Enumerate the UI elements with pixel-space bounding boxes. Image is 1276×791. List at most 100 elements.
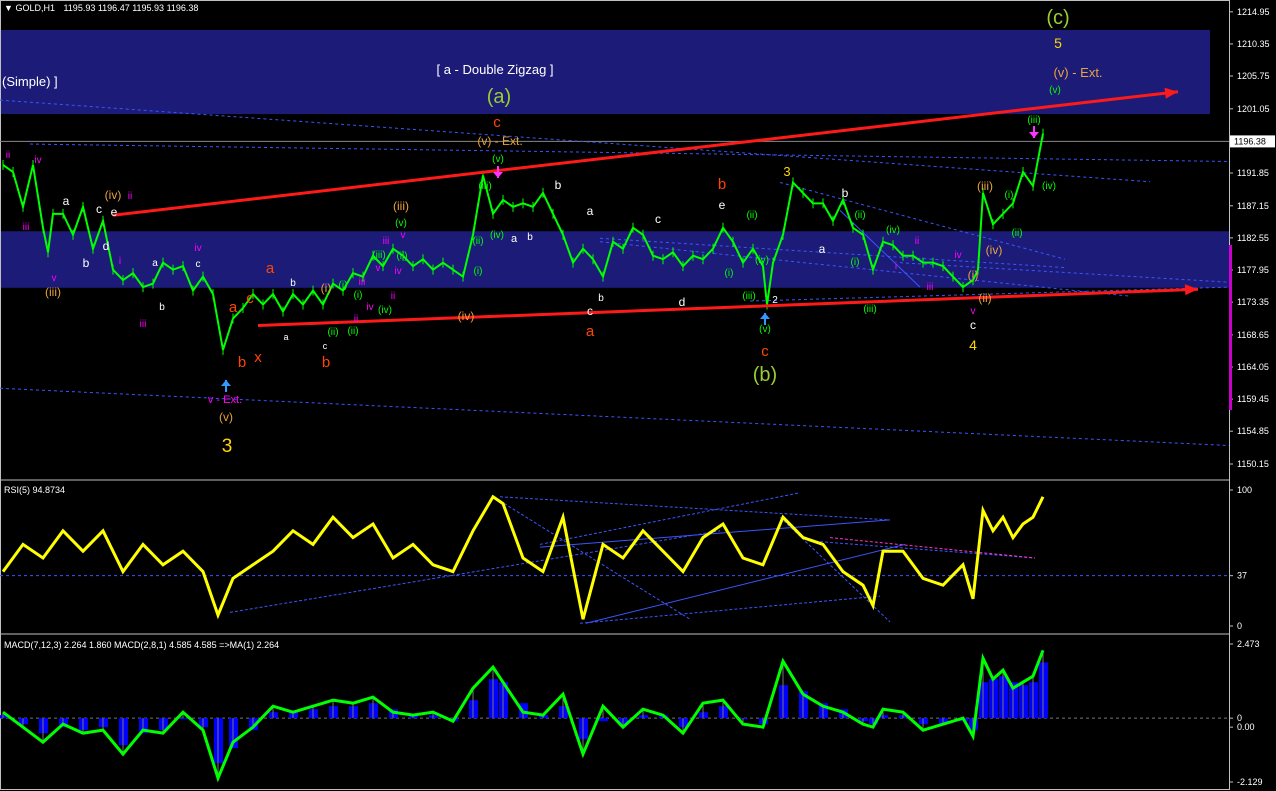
wave-label: (iii) <box>372 250 385 261</box>
wave-label: b <box>238 354 246 371</box>
rsi-panel-title: RSI(5) 94.8734 <box>4 485 66 495</box>
wave-label: b <box>598 293 604 304</box>
wave-label: iv <box>394 266 401 277</box>
wave-label: c <box>761 343 769 360</box>
wave-label: v <box>401 230 406 241</box>
wave-label: iv <box>366 302 373 313</box>
wave-label: d <box>679 295 686 309</box>
collapse-arrow-icon[interactable]: ▼ <box>4 3 13 13</box>
price-tick-label: 1177.95 <box>1237 265 1269 275</box>
wave-label: b <box>555 178 562 192</box>
macd-tick-label: 2.473 <box>1237 639 1260 649</box>
wave-label: ii <box>354 314 358 325</box>
wave-label: ii <box>915 236 919 247</box>
current-price-label: 1196.38 <box>1234 136 1266 146</box>
wave-label: 3 <box>783 164 790 179</box>
wave-label: (iii) <box>863 304 876 315</box>
macd-tick-label: 0.00 <box>1237 722 1255 732</box>
wave-label: iv <box>954 250 961 261</box>
rsi-tick-label: 37 <box>1237 571 1247 581</box>
wave-label: iii <box>140 319 147 330</box>
wave-label: (v) <box>492 154 504 165</box>
rsi-tick-label: 0 <box>1237 621 1242 631</box>
wave-label: (ii) <box>746 210 757 221</box>
price-tick-label: 1201.05 <box>1237 104 1270 114</box>
resistance-band <box>0 30 1210 115</box>
wave-label: (v) <box>1049 85 1061 96</box>
wave-label: iii <box>927 282 934 293</box>
price-tick-label: 1205.75 <box>1237 71 1270 81</box>
wave-label: (i) <box>1005 190 1014 201</box>
wave-label: (v) <box>759 324 771 335</box>
wave-label: 2 <box>772 295 778 306</box>
wave-label: i <box>119 256 121 267</box>
wave-label: (iv) <box>490 230 504 241</box>
wave-label: b <box>322 354 330 371</box>
wave-label: c <box>96 202 102 216</box>
wave-label: (iv) <box>105 188 122 202</box>
wave-label: v <box>376 263 381 274</box>
wave-label: (a) <box>487 86 511 108</box>
wave-label: a <box>63 194 70 208</box>
wave-label: v <box>971 306 976 317</box>
wave-label: a <box>587 204 594 218</box>
wave-label: (ii) <box>327 327 338 338</box>
wave-label: (iv) <box>755 255 769 266</box>
price-tick-label: 1168.65 <box>1237 330 1269 340</box>
wave-label: (iv) <box>378 305 392 316</box>
wave-label: (b) <box>753 364 777 386</box>
wave-label: a <box>511 233 518 245</box>
background <box>0 0 1276 791</box>
wave-label: 5 <box>1054 35 1062 51</box>
wave-label: (i) <box>851 257 860 268</box>
wave-label: i <box>895 261 897 272</box>
wave-label: (i) <box>354 290 363 301</box>
wave-label: (iv) <box>1042 181 1056 192</box>
wave-label: ii <box>6 150 10 161</box>
wave-label: a <box>266 260 275 277</box>
wave-label: b <box>718 176 726 193</box>
wave-label: (iv) <box>886 225 900 236</box>
wave-label: (i) <box>968 268 979 282</box>
wave-label: ii <box>391 291 395 302</box>
wave-label: c <box>587 304 593 318</box>
chart-canvas: 1214.95 1210.35 1205.75 1201.05 1191.85 1187.… <box>0 0 1276 791</box>
wave-label: iv <box>194 243 201 254</box>
wave-label: (ii) <box>396 251 407 262</box>
rsi-tick-label: 100 <box>1237 485 1252 495</box>
price-tick-label: 1154.85 <box>1237 426 1269 436</box>
price-tick-label: 1182.55 <box>1237 233 1269 243</box>
wave-label: (v) - Ext. <box>1053 65 1102 80</box>
price-tick-label: 1187.15 <box>1237 201 1269 211</box>
band-label-double-zigzag: [ a - Double Zigzag ] <box>436 62 553 77</box>
wave-label: (iii) <box>45 285 61 299</box>
range-marker <box>1229 245 1232 410</box>
wave-label: c <box>970 318 976 332</box>
wave-label: (iii) <box>393 199 409 213</box>
symbol-header: ▼ GOLD,H1 1195.93 1196.47 1195.93 1196.3… <box>4 3 198 13</box>
macd-histogram-bar <box>599 718 608 722</box>
wave-label: (i) <box>725 268 734 279</box>
symbol-label: GOLD,H1 <box>15 3 55 13</box>
wave-label: (v) <box>395 218 407 229</box>
price-tick-label: 1214.95 <box>1237 7 1270 17</box>
wave-label: x <box>254 349 262 366</box>
wave-label: (i) <box>339 280 348 291</box>
wave-label: (iii) <box>1027 115 1040 126</box>
wave-label: 4 <box>969 337 977 353</box>
price-tick-label: 1210.35 <box>1237 39 1270 49</box>
wave-label: b <box>842 186 849 200</box>
price-tick-label: 1150.15 <box>1237 459 1269 469</box>
wave-label: (iv) <box>986 243 1003 257</box>
wave-label: b <box>527 232 533 243</box>
wave-label: iii <box>383 236 390 247</box>
wave-label: e <box>719 198 726 212</box>
wave-label: d <box>103 239 110 253</box>
wave-label: (iii) <box>977 179 993 193</box>
wave-label: (i) <box>321 281 332 295</box>
wave-label: a <box>283 332 288 342</box>
wave-label: iv <box>34 155 41 166</box>
wave-label: (ii) <box>978 291 991 305</box>
wave-label: (iii) <box>478 181 491 192</box>
wave-label: e <box>111 205 118 219</box>
